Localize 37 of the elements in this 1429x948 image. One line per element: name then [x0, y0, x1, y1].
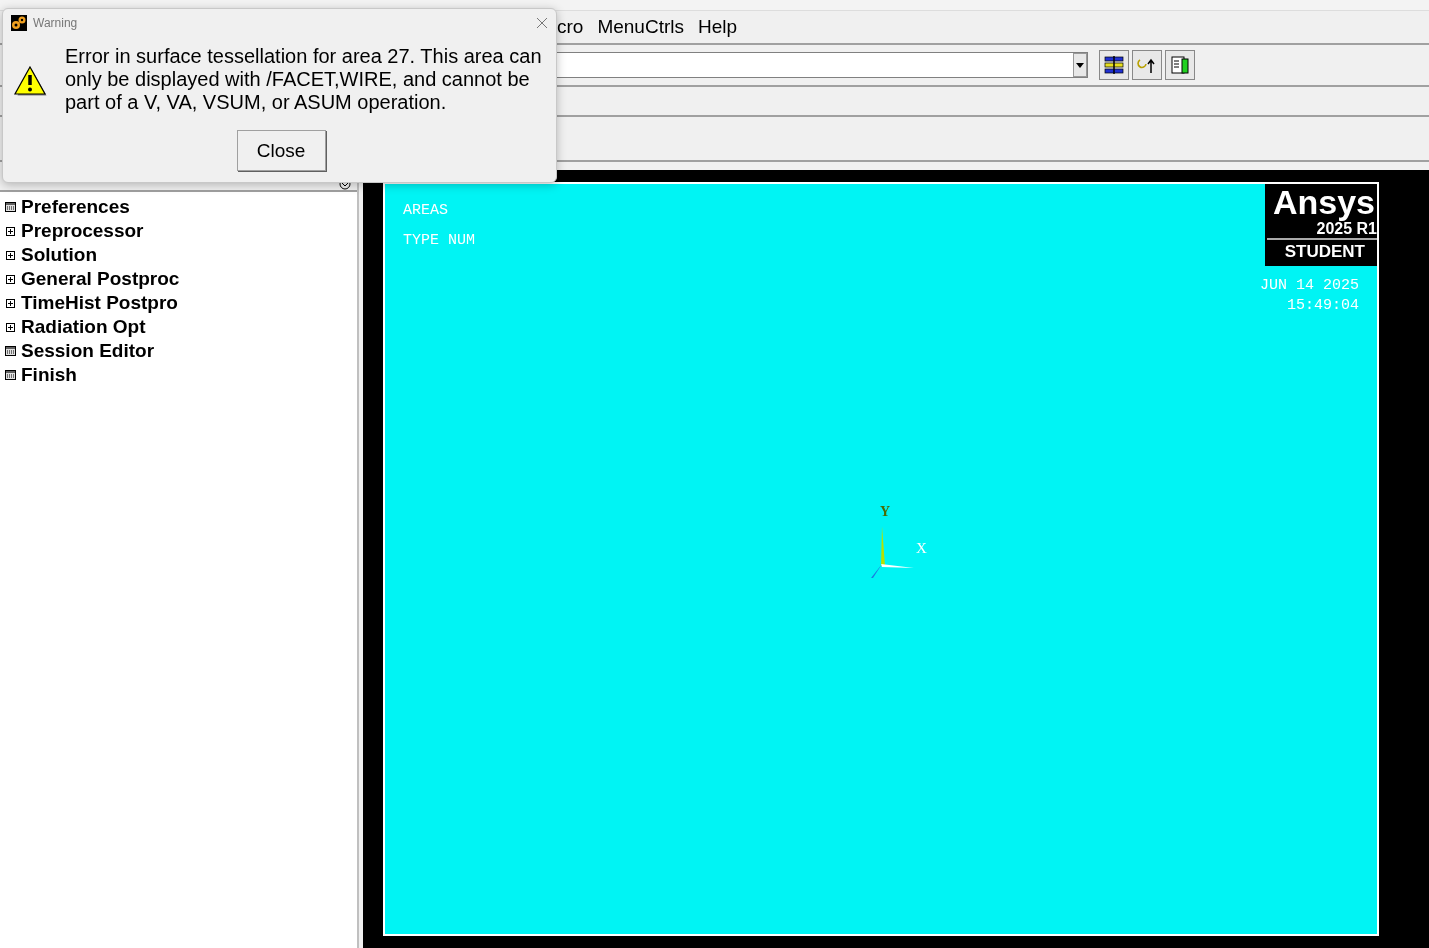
expand-icon[interactable] [4, 274, 16, 284]
layers-icon[interactable] [1099, 50, 1129, 80]
warning-icon [13, 65, 47, 97]
expand-icon[interactable] [4, 226, 16, 236]
version-label: 2025 R1 [1267, 220, 1377, 240]
menu-item[interactable]: Help [698, 16, 738, 38]
menu-item[interactable]: Radiation Opt [21, 316, 146, 338]
close-button[interactable]: Close [236, 130, 326, 171]
window-icon[interactable] [4, 202, 16, 212]
menu-item[interactable]: Preferences [21, 196, 130, 218]
menu-item[interactable]: Finish [21, 364, 77, 386]
time-label: 15:49:04 [1287, 296, 1359, 316]
menu-item[interactable]: Preprocessor [21, 220, 144, 242]
rotate-up-icon[interactable] [1132, 50, 1162, 80]
warning-message: Error in surface tessellation for area 27. This area can only be displayed with /FACET,WIRE, and cannot be part of a V, VA, VSUM, or ASUM operation. [65, 45, 543, 114]
axis-label: Y [880, 504, 891, 520]
plot-label: TYPE NUM [403, 232, 475, 250]
axis-label: X [916, 540, 927, 557]
expand-icon[interactable] [4, 322, 16, 332]
window-icon[interactable] [4, 370, 16, 380]
expand-icon[interactable] [4, 298, 16, 308]
gears-icon [11, 15, 27, 31]
window-icon[interactable] [4, 346, 16, 356]
close-icon[interactable] [536, 17, 548, 29]
menu-item[interactable]: General Postproc [21, 268, 180, 290]
panel-icon[interactable] [1165, 50, 1195, 80]
menu-item[interactable]: MenuCtrls [597, 16, 684, 38]
menu-item[interactable]: TimeHist Postpro [21, 292, 178, 314]
menu-item[interactable]: cro [557, 16, 584, 38]
menu-item[interactable]: Solution [21, 244, 97, 266]
plot-label: AREAS [403, 202, 449, 220]
brand-logo: Ansys [1272, 184, 1375, 220]
expand-icon[interactable] [4, 250, 16, 260]
edition-label: STUDENT [1284, 241, 1365, 263]
dialog-title: Warning [33, 16, 79, 30]
date-label: JUN 14 2025 [1259, 276, 1359, 296]
menu-item[interactable]: Session Editor [21, 340, 155, 362]
